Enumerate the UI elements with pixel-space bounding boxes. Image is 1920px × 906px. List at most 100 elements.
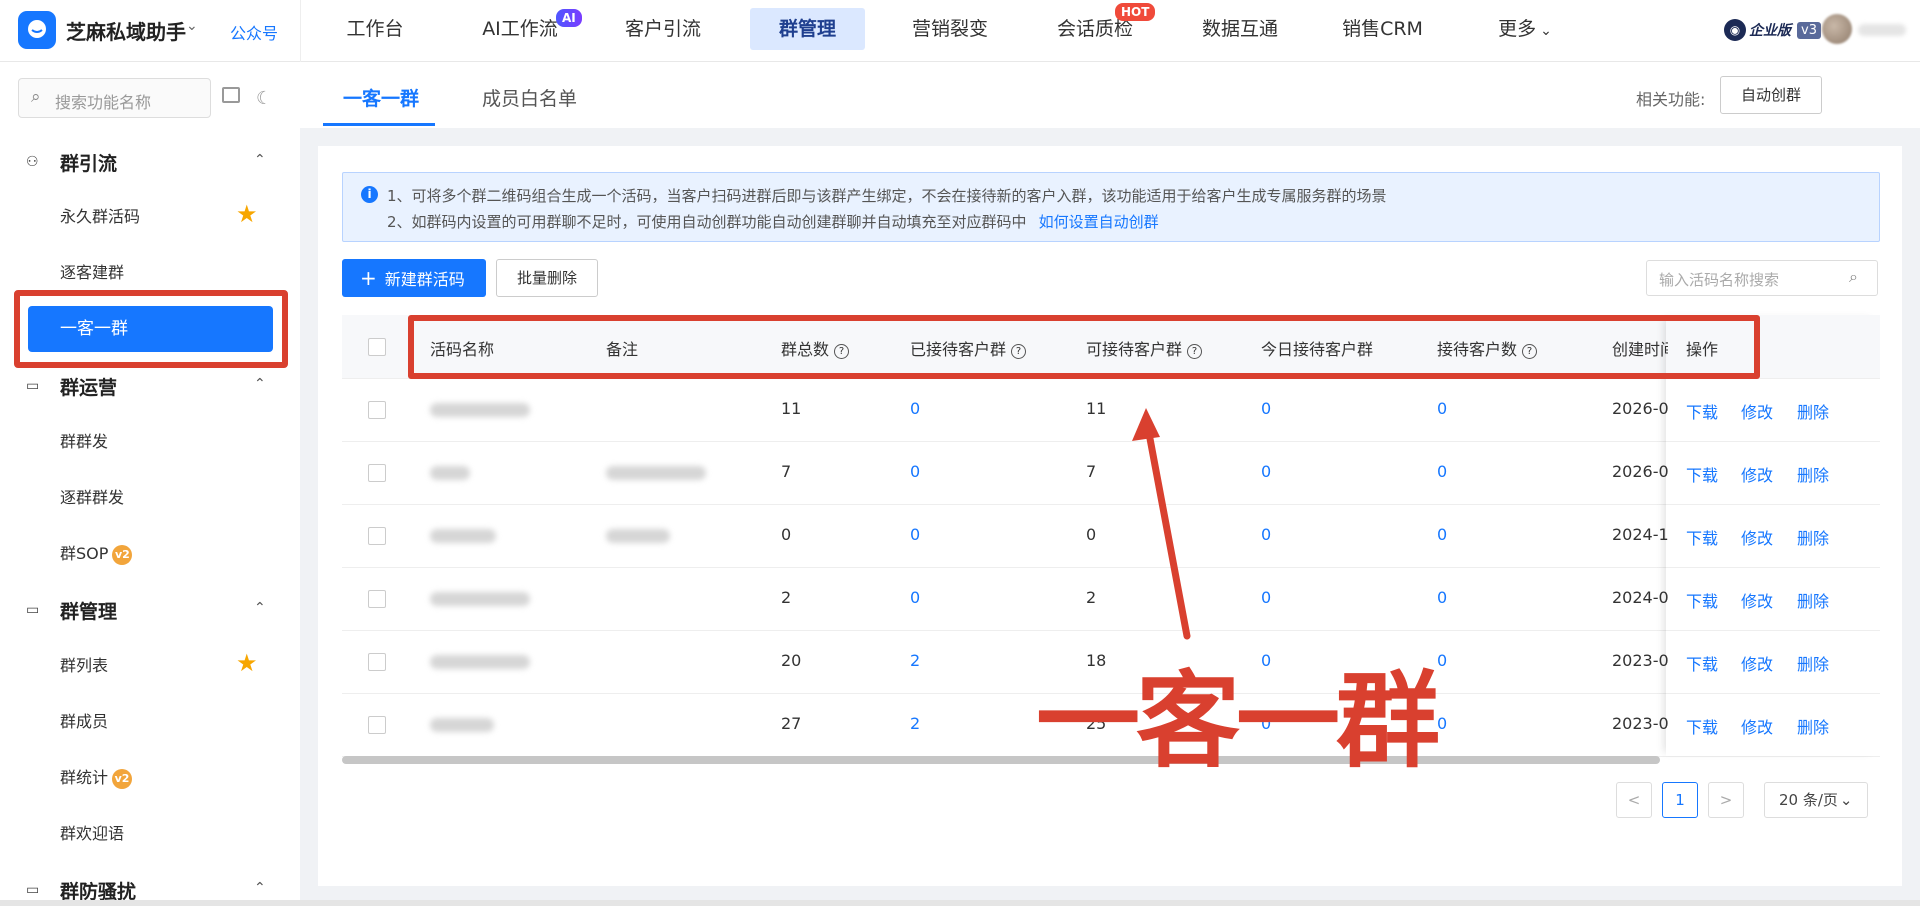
cell-total-groups: 7	[781, 462, 792, 481]
sidebar-item-group-members[interactable]: 群成员	[60, 707, 108, 737]
fixed-actions-column	[1666, 315, 1880, 756]
username-blurred[interactable]	[1858, 24, 1906, 36]
redacted-remark	[606, 466, 706, 480]
cell-served-groups[interactable]: 0	[910, 399, 920, 418]
star-icon[interactable]: ★	[236, 649, 258, 677]
chevron-down-icon: ⌄	[1540, 23, 1552, 39]
select-all-checkbox[interactable]	[368, 338, 386, 356]
prev-page-button[interactable]: <	[1616, 782, 1652, 818]
divider	[300, 0, 301, 62]
redacted-name[interactable]	[430, 403, 530, 417]
row-checkbox[interactable]	[368, 464, 386, 482]
sidebar-item-group-list[interactable]: 群列表	[60, 651, 108, 681]
cell-today-groups[interactable]: 0	[1261, 525, 1271, 544]
nav-more[interactable]: 更多 ⌄	[1490, 8, 1560, 50]
chat-icon: ▭	[26, 378, 40, 394]
row-checkbox[interactable]	[368, 653, 386, 671]
app-name[interactable]: 芝麻私域助手	[66, 16, 186, 45]
avatar[interactable]	[1822, 14, 1852, 44]
moon-icon[interactable]: ☾	[256, 88, 272, 109]
cell-customers[interactable]: 0	[1437, 714, 1447, 733]
cell-customers[interactable]: 0	[1437, 462, 1447, 481]
redacted-name[interactable]	[430, 592, 530, 606]
nav-customer-acquisition[interactable]: 客户引流	[613, 8, 713, 50]
chevron-down-icon[interactable]: ⌄	[186, 18, 198, 34]
sidebar-group-label: 群运营	[60, 376, 118, 399]
cell-served-groups[interactable]: 0	[910, 525, 920, 544]
tab-member-whitelist[interactable]: 成员白名单	[482, 84, 577, 111]
sidebar-item-one-customer-one-group[interactable]: 一客一群	[28, 306, 273, 352]
sidebar-item-group-sop[interactable]: 群SOP v2	[60, 539, 133, 569]
account-type-link[interactable]: 公众号	[230, 20, 278, 44]
page-size-select[interactable]: 20 条/页 ⌄	[1764, 782, 1868, 818]
alert-line-2-text: 2、如群码内设置的可用群聊不足时，可使用自动创群功能自动创建群聊并自动填充至对应…	[387, 213, 1027, 231]
cell-today-groups[interactable]: 0	[1261, 399, 1271, 418]
batch-delete-button[interactable]: 批量删除	[496, 259, 598, 297]
redacted-name[interactable]	[430, 529, 496, 543]
chevron-up-icon[interactable]: ⌃	[254, 152, 266, 168]
row-checkbox[interactable]	[368, 590, 386, 608]
chevron-up-icon[interactable]: ⌃	[254, 600, 266, 616]
star-icon[interactable]: ★	[236, 200, 258, 228]
search-icon: ⌕	[1849, 267, 1858, 286]
redacted-name[interactable]	[430, 718, 494, 732]
cell-total-groups: 2	[781, 588, 792, 607]
nav-workbench[interactable]: 工作台	[330, 8, 420, 50]
bottom-edge	[0, 900, 1920, 906]
nav-data-sync[interactable]: 数据互通	[1190, 8, 1290, 50]
new-group-qr-button[interactable]: + 新建群活码	[342, 259, 486, 297]
page-1-button[interactable]: 1	[1662, 782, 1698, 818]
cell-served-groups[interactable]: 0	[910, 588, 920, 607]
cell-customers[interactable]: 0	[1437, 525, 1447, 544]
cell-total-groups: 0	[781, 525, 792, 544]
sidebar-search-placeholder: 搜索功能名称	[55, 93, 152, 112]
nav-group-management[interactable]: 群管理	[750, 8, 865, 50]
app-logo[interactable]	[18, 11, 56, 49]
cell-served-groups[interactable]: 2	[910, 651, 920, 670]
cell-served-groups[interactable]: 2	[910, 714, 920, 733]
chevron-up-icon[interactable]: ⌃	[254, 376, 266, 392]
sidebar-search-input[interactable]: ⌕ 搜索功能名称	[18, 78, 211, 118]
sidebar-item-build-group[interactable]: 逐客建群	[60, 258, 124, 288]
qr-name-search-input[interactable]: 输入活码名称搜索 ⌕	[1646, 260, 1878, 296]
edition-logo-icon: ◉	[1724, 19, 1746, 41]
search-placeholder: 输入活码名称搜索	[1659, 271, 1780, 289]
row-checkbox[interactable]	[368, 716, 386, 734]
card-icon[interactable]	[222, 87, 240, 103]
new-group-qr-label: 新建群活码	[384, 270, 465, 289]
v2-badge: v2	[112, 544, 133, 565]
sidebar-item-permanent-qr[interactable]: 永久群活码	[60, 202, 140, 232]
cell-total-groups: 20	[781, 651, 802, 670]
chevron-down-icon: ⌄	[1839, 791, 1853, 809]
info-alert: i 1、可将多个群二维码组合生成一个活码，当客户扫码进群后即与该群产生绑定，不会…	[342, 172, 1880, 242]
cell-customers[interactable]: 0	[1437, 399, 1447, 418]
nav-sales-crm[interactable]: 销售CRM	[1330, 8, 1435, 50]
cell-today-groups[interactable]: 0	[1261, 462, 1271, 481]
chevron-up-icon[interactable]: ⌃	[254, 880, 266, 896]
auto-create-group-button[interactable]: 自动创群	[1720, 76, 1822, 114]
cell-customers[interactable]: 0	[1437, 651, 1447, 670]
nav-marketing[interactable]: 营销裂变	[900, 8, 1000, 50]
how-to-auto-create-link[interactable]: 如何设置自动创群	[1039, 213, 1159, 231]
cell-served-groups[interactable]: 0	[910, 462, 920, 481]
row-checkbox[interactable]	[368, 401, 386, 419]
horizontal-scrollbar[interactable]	[342, 756, 1660, 764]
row-checkbox[interactable]	[368, 527, 386, 545]
edition-badge[interactable]: ◉ 企业版 v3	[1724, 18, 1821, 42]
sidebar-item-group-welcome[interactable]: 群欢迎语	[60, 819, 124, 849]
next-page-button[interactable]: >	[1708, 782, 1744, 818]
sidebar-item-group-broadcast[interactable]: 群群发	[60, 427, 108, 457]
user-plus-icon: ⚇	[26, 154, 39, 170]
redacted-name[interactable]	[430, 655, 530, 669]
redacted-name[interactable]	[430, 466, 470, 480]
sidebar-group-acquisition[interactable]: ⚇ 群引流	[26, 147, 117, 177]
cell-available-groups: 7	[1086, 462, 1097, 481]
cell-today-groups[interactable]: 0	[1261, 588, 1271, 607]
sidebar-item-per-group-broadcast[interactable]: 逐群群发	[60, 483, 124, 513]
cell-customers[interactable]: 0	[1437, 588, 1447, 607]
sidebar-group-operation[interactable]: ▭ 群运营	[26, 371, 117, 401]
nav-ai-workflow[interactable]: AI工作流	[470, 8, 570, 50]
tab-one-customer-one-group[interactable]: 一客一群	[343, 84, 419, 111]
sidebar-item-group-stats[interactable]: 群统计 v2	[60, 763, 133, 793]
sidebar-group-management[interactable]: ▭ 群管理	[26, 595, 117, 625]
